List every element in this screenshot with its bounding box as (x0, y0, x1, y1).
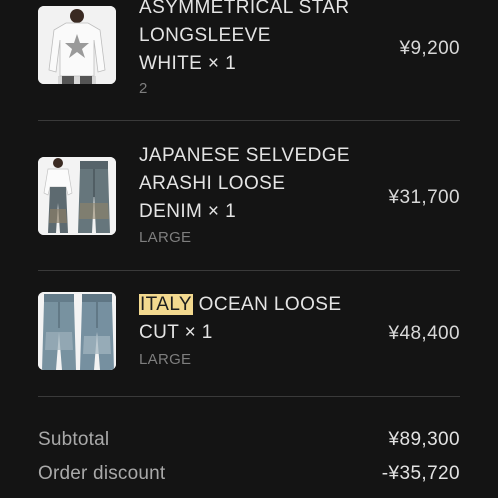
variant-label: LARGE (139, 351, 192, 368)
product-name-last: WHITE (139, 53, 203, 74)
product-name: ASYMMETRICAL STAR LONGSLEEVE WHITE × 1 (139, 0, 379, 78)
variant-label: 2 (139, 80, 148, 97)
order-discount-value: -¥35,720 (381, 463, 460, 484)
white-longsleeve-product-image (38, 6, 116, 84)
product-name-last: DENIM (139, 201, 203, 222)
subtotal-row: Subtotal ¥89,300 (38, 426, 460, 454)
quantity: × 1 (207, 53, 237, 74)
product-name-rest: OCEAN LOOSE (198, 294, 342, 315)
product-name-line: JAPANESE SELVEDGE (139, 145, 350, 166)
order-discount-row: Order discount -¥35,720 (38, 460, 460, 488)
product-name: JAPANESE SELVEDGE ARASHI LOOSE DENIM × 1 (139, 142, 379, 226)
order-discount-label: Order discount (38, 463, 166, 484)
line-item-asymmetrical-star[interactable]: ASYMMETRICAL STAR LONGSLEEVE WHITE × 1 2… (38, 0, 460, 120)
product-name-line: ASYMMETRICAL STAR (139, 0, 350, 18)
product-name-line: DENIM × 1 (139, 198, 379, 226)
line-item-italy-ocean-loose-cut[interactable]: ITALY OCEAN LOOSE CUT × 1 LARGE ¥48,400 (38, 271, 460, 396)
line-item-price: ¥31,700 (388, 187, 460, 208)
line-item-arashi-loose-denim[interactable]: JAPANESE SELVEDGE ARASHI LOOSE DENIM × 1… (38, 121, 460, 270)
line-item-price: ¥9,200 (399, 38, 460, 59)
product-name-last: CUT (139, 322, 179, 343)
quantity: × 1 (184, 322, 213, 343)
line-item-price: ¥48,400 (388, 323, 460, 344)
product-name-line: WHITE × 1 (139, 50, 379, 78)
quantity: × 1 (207, 201, 237, 222)
product-name-line: ARASHI LOOSE (139, 173, 286, 194)
variant-label: LARGE (139, 229, 192, 246)
subtotal-label: Subtotal (38, 429, 110, 450)
product-name-line: LONGSLEEVE (139, 25, 271, 46)
product-name: ITALY OCEAN LOOSE CUT × 1 (139, 291, 379, 347)
product-name-line: CUT × 1 (139, 319, 379, 347)
product-name-line: ITALY OCEAN LOOSE (139, 291, 379, 319)
loose-jeans-product-image (38, 292, 116, 370)
subtotal-value: ¥89,300 (388, 429, 460, 450)
denim-outfit-product-image (38, 157, 116, 235)
order-summary-screen: ASYMMETRICAL STAR LONGSLEEVE WHITE × 1 2… (0, 0, 498, 498)
divider (38, 396, 460, 397)
search-highlight: ITALY (139, 294, 193, 315)
